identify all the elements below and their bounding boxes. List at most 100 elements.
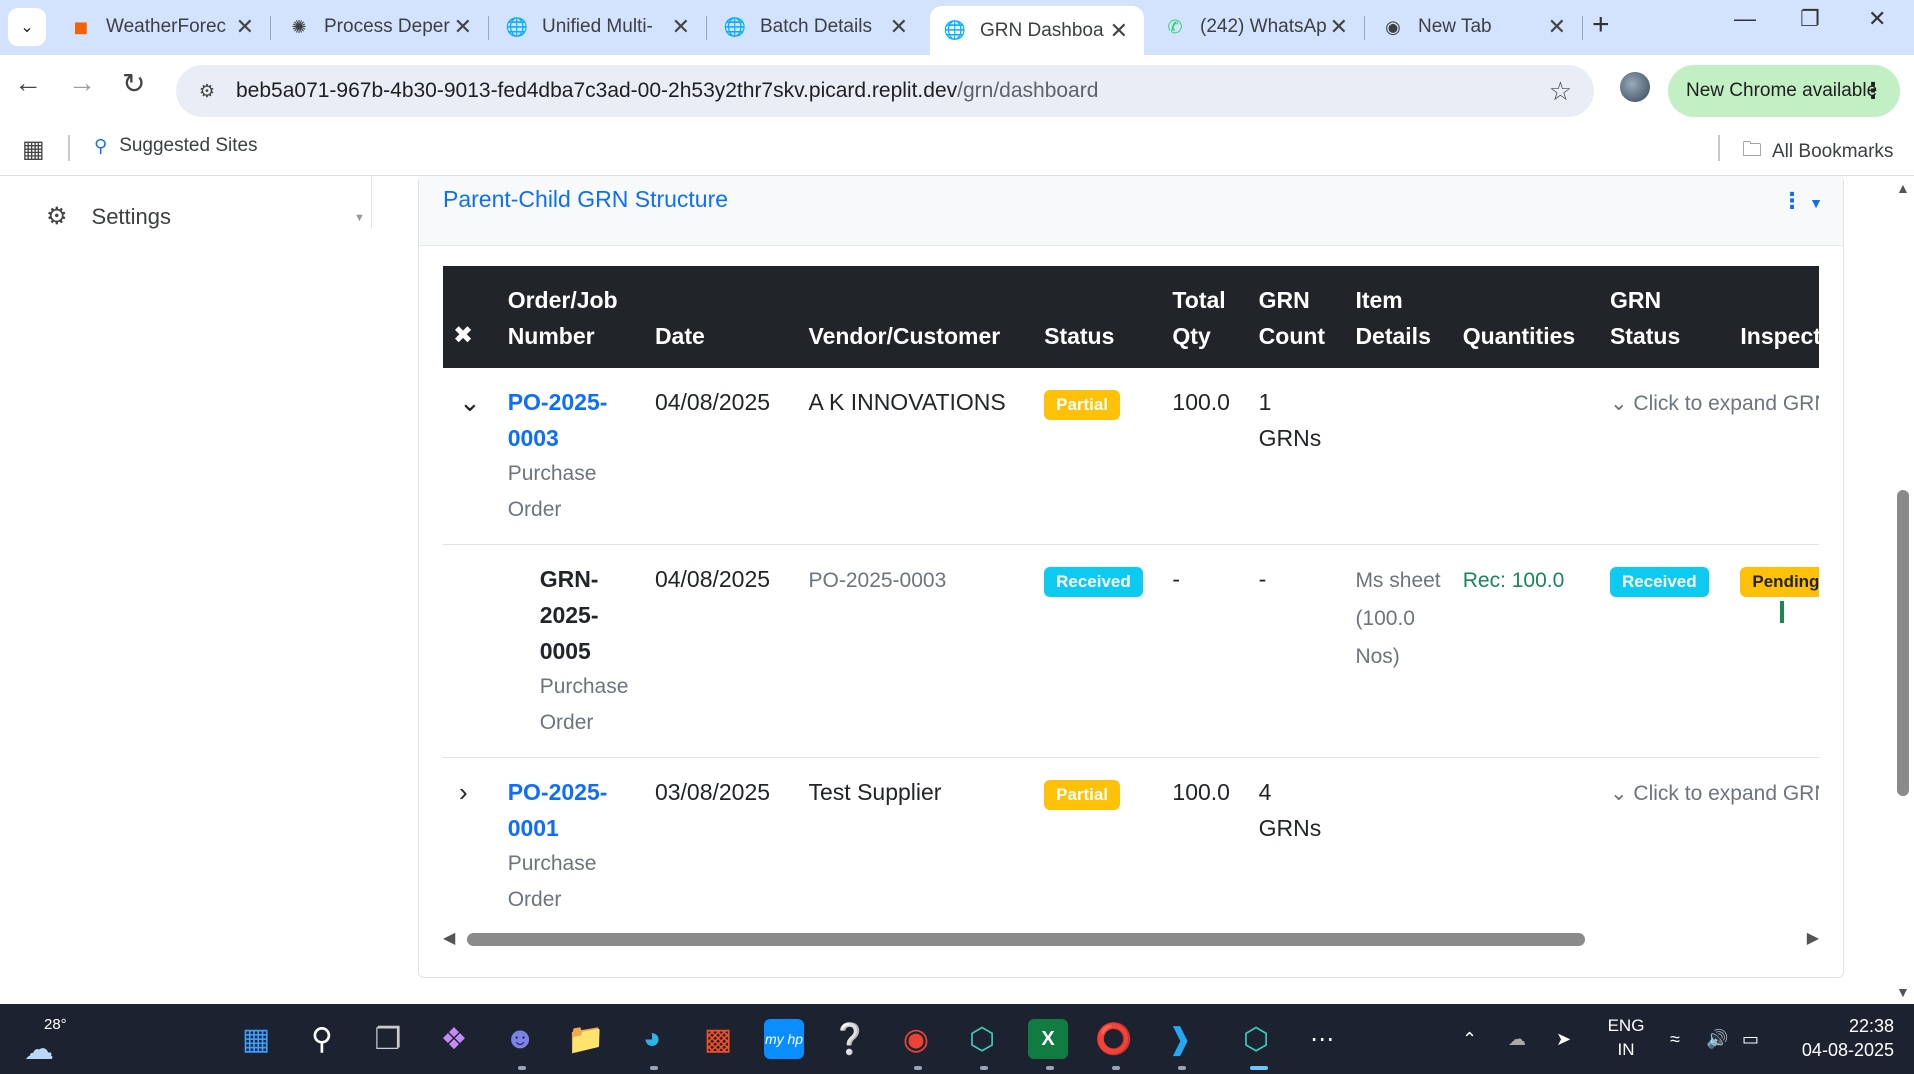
vertical-scrollbar[interactable]: ▲ ▼ bbox=[1892, 176, 1914, 1004]
vscode-icon[interactable]: ❱ bbox=[1160, 1019, 1200, 1059]
back-button[interactable]: ← bbox=[14, 67, 42, 99]
close-icon[interactable]: ✕ bbox=[1110, 18, 1128, 44]
close-icon[interactable]: ✕ bbox=[672, 14, 690, 40]
scroll-down-icon[interactable]: ▼ bbox=[1896, 984, 1910, 1000]
profile-avatar[interactable] bbox=[1620, 72, 1650, 102]
task-view-icon[interactable]: ❐ bbox=[368, 1019, 408, 1059]
tab-grn-dashboard[interactable]: 🌐 GRN Dashboa ✕ bbox=[930, 6, 1144, 55]
column-header-grn-status[interactable]: GRN Status bbox=[1599, 266, 1731, 368]
site-settings-icon[interactable]: ⚙ bbox=[194, 78, 220, 104]
language-indicator[interactable]: ENG IN bbox=[1604, 1014, 1648, 1062]
order-number-link[interactable]: PO-2025-0001 bbox=[508, 774, 635, 846]
running-indicator bbox=[980, 1066, 988, 1070]
forward-button[interactable]: → bbox=[68, 67, 96, 99]
minimize-button[interactable]: — bbox=[1734, 6, 1756, 32]
scrollbar-thumb[interactable] bbox=[1897, 490, 1909, 796]
tab-whatsapp[interactable]: ✆ (242) WhatsAp ✕ bbox=[1150, 6, 1364, 48]
edge-icon[interactable]: ◕ bbox=[632, 1019, 672, 1059]
new-chrome-available-button[interactable]: New Chrome available ⋮ bbox=[1668, 65, 1900, 117]
app-icon[interactable]: ⬡ bbox=[962, 1019, 1002, 1059]
action-button-edge[interactable] bbox=[1780, 601, 1785, 623]
gear-icon: ⚙ bbox=[46, 203, 68, 230]
column-header-vendor[interactable]: Vendor/Customer bbox=[798, 266, 1035, 368]
empty-cell bbox=[1452, 368, 1600, 545]
start-icon[interactable]: ▦ bbox=[236, 1019, 276, 1059]
bookmark-label: All Bookmarks bbox=[1772, 141, 1894, 162]
column-header-inspection[interactable]: Inspection bbox=[1730, 266, 1819, 368]
location-icon[interactable]: ➤ bbox=[1556, 1004, 1571, 1074]
tab-process-dependencies[interactable]: ✺ Process Deper ✕ bbox=[274, 6, 488, 48]
new-tab-button[interactable]: + bbox=[1592, 8, 1610, 42]
column-header-status[interactable]: Status bbox=[1034, 266, 1163, 368]
sidebar: ⚙ Settings ▼ bbox=[0, 176, 372, 231]
expand-all-icon[interactable]: ✖ bbox=[453, 322, 473, 349]
chrome-icon[interactable]: ◉ bbox=[896, 1019, 936, 1059]
scroll-up-icon[interactable]: ▲ bbox=[1896, 180, 1910, 196]
tab-batch-details[interactable]: 🌐 Batch Details ✕ bbox=[710, 6, 924, 48]
browser-toolbar: ← → ↻ ⚙ beb5a071-967b-4b30-9013-fed4dba7… bbox=[0, 55, 1914, 119]
sidebar-item-settings[interactable]: ⚙ Settings bbox=[46, 202, 171, 231]
horizontal-scrollbar[interactable]: ◀ ▶ bbox=[443, 928, 1819, 950]
more-apps-icon[interactable]: ⋯ bbox=[1302, 1019, 1342, 1059]
column-header-order[interactable]: Order/Job Number bbox=[497, 266, 645, 368]
order-date: 04/08/2025 bbox=[644, 368, 799, 545]
close-icon[interactable]: ✕ bbox=[1330, 14, 1348, 40]
column-header-total-qty[interactable]: Total Qty bbox=[1162, 266, 1249, 368]
sidebar-scroll-down-icon[interactable]: ▼ bbox=[354, 212, 365, 224]
volume-icon[interactable]: 🔊 bbox=[1706, 1004, 1728, 1074]
bookmark-star-icon[interactable]: ☆ bbox=[1549, 76, 1572, 107]
myhp-icon[interactable]: my hp bbox=[764, 1019, 804, 1059]
column-header-grn-count[interactable]: GRN Count bbox=[1248, 266, 1346, 368]
wifi-icon[interactable]: ≈ bbox=[1670, 1004, 1680, 1074]
card-tools-dropdown[interactable]: ⋮ ▼ bbox=[1781, 188, 1823, 214]
close-icon[interactable]: ✕ bbox=[236, 14, 254, 40]
onedrive-icon[interactable]: ☁ bbox=[1508, 1004, 1526, 1074]
search-icon[interactable]: ⚲ bbox=[302, 1019, 342, 1059]
scrollbar-thumb[interactable] bbox=[467, 933, 1585, 946]
total-qty: 100.0 bbox=[1162, 368, 1249, 545]
expand-chevron-icon[interactable]: › bbox=[459, 774, 468, 810]
battery-icon[interactable]: ▭ bbox=[1742, 1004, 1759, 1074]
restore-button[interactable]: ❐ bbox=[1800, 6, 1820, 32]
grn-number: GRN-2025-0005 bbox=[539, 566, 599, 664]
help-icon[interactable]: ❔ bbox=[830, 1019, 870, 1059]
tab-unified-multi[interactable]: 🌐 Unified Multi- ✕ bbox=[492, 6, 706, 48]
tab-weatherforecast[interactable]: ◼ WeatherForec ✕ bbox=[56, 6, 270, 48]
more-menu-icon[interactable]: ⋮ bbox=[1862, 78, 1884, 104]
app-icon-active[interactable]: ⬡ bbox=[1236, 1019, 1276, 1059]
weather-widget[interactable]: 28° ☁ bbox=[18, 1014, 78, 1066]
inspection-badge: Pending bbox=[1740, 567, 1819, 597]
excel-icon[interactable]: X bbox=[1028, 1019, 1068, 1059]
column-header-item-details[interactable]: Item Details bbox=[1345, 266, 1453, 368]
url-text[interactable]: beb5a071-967b-4b30-9013-fed4dba7c3ad-00-… bbox=[236, 79, 1098, 103]
column-header-quantities[interactable]: Quantities bbox=[1452, 266, 1600, 368]
grn-reference: PO-2025-0003 bbox=[808, 569, 947, 592]
teams-icon[interactable]: ☻ bbox=[500, 1019, 540, 1059]
clock[interactable]: 22:38 04-08-2025 bbox=[1784, 1014, 1894, 1062]
store-icon[interactable]: ▩ bbox=[698, 1019, 738, 1059]
reload-button[interactable]: ↻ bbox=[122, 67, 145, 100]
close-window-button[interactable]: ✕ bbox=[1868, 6, 1886, 32]
show-hidden-icons-button[interactable]: ⌃ bbox=[1462, 1004, 1477, 1074]
bookmark-suggested-sites[interactable]: ⚲ Suggested Sites bbox=[94, 135, 258, 157]
expand-grn-details-link[interactable]: ⌄ Click to expand GRN details bbox=[1610, 782, 1819, 805]
tab-new-tab[interactable]: ◉ New Tab ✕ bbox=[1368, 6, 1582, 48]
close-icon[interactable]: ✕ bbox=[890, 14, 908, 40]
expand-grn-details-link[interactable]: ⌄ Click to expand GRN details bbox=[1610, 392, 1819, 415]
column-header-date[interactable]: Date bbox=[644, 266, 799, 368]
copilot-icon[interactable]: ❖ bbox=[434, 1019, 474, 1059]
order-number-link[interactable]: PO-2025-0003 bbox=[508, 384, 635, 456]
collapse-chevron-icon[interactable]: ⌄ bbox=[459, 384, 481, 420]
sidebar-item-label: Settings bbox=[91, 203, 172, 229]
all-bookmarks-button[interactable]: 🗀 All Bookmarks bbox=[1742, 135, 1893, 169]
tab-search-button[interactable]: ⌄ bbox=[8, 8, 46, 46]
file-explorer-icon[interactable]: 📁 bbox=[566, 1019, 606, 1059]
close-icon[interactable]: ✕ bbox=[1548, 14, 1566, 40]
close-icon[interactable]: ✕ bbox=[454, 14, 472, 40]
opera-icon[interactable]: ⭕ bbox=[1094, 1019, 1134, 1059]
address-bar[interactable]: ⚙ beb5a071-967b-4b30-9013-fed4dba7c3ad-0… bbox=[176, 65, 1594, 117]
expand-all-header[interactable]: ✖ bbox=[443, 266, 498, 368]
apps-grid-icon[interactable]: ▦ bbox=[22, 135, 45, 164]
scroll-right-icon[interactable]: ▶ bbox=[1807, 928, 1819, 948]
scroll-left-icon[interactable]: ◀ bbox=[443, 928, 455, 948]
